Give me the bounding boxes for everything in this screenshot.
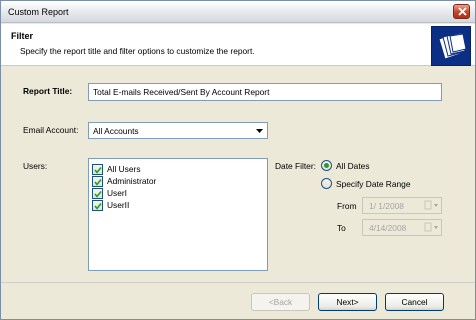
next-button[interactable]: Next> [318, 293, 377, 311]
folders-icon [431, 26, 471, 66]
all-dates-label[interactable]: All Dates [336, 161, 370, 171]
all-dates-radio[interactable] [321, 160, 332, 171]
chevron-down-icon[interactable] [253, 124, 266, 137]
checkbox[interactable] [92, 188, 103, 199]
checkmark-icon [94, 167, 102, 174]
page-title: Filter [11, 31, 34, 41]
date-filter-label: Date Filter: [275, 161, 316, 171]
custom-report-window: Custom Report Filter Specify the report … [0, 0, 476, 320]
form-area: Report Title: Total E-mails Received/Sen… [1, 67, 475, 283]
checkbox[interactable] [92, 200, 103, 211]
email-account-label: Email Account: [23, 125, 79, 135]
to-date-value: 4/14/2008 [369, 223, 407, 233]
list-item-label: Administrator [107, 176, 157, 186]
report-title-input[interactable]: Total E-mails Received/Sent By Account R… [88, 83, 442, 101]
email-account-value: All Accounts [93, 126, 139, 136]
list-item-label: All Users [107, 164, 141, 174]
email-account-select[interactable]: All Accounts [88, 122, 268, 139]
to-label: To [337, 223, 346, 233]
users-label: Users: [23, 161, 48, 171]
back-button[interactable]: <Back [251, 293, 310, 311]
checkmark-icon [94, 191, 102, 198]
list-item-label: UserI [107, 188, 128, 198]
checkmark-icon [94, 179, 102, 186]
from-label: From [337, 201, 357, 211]
checkbox[interactable] [92, 176, 103, 187]
close-button[interactable] [453, 4, 470, 19]
to-date-picker[interactable]: 4/14/2008 [362, 219, 442, 236]
checkmark-icon [94, 203, 102, 210]
close-icon [458, 7, 467, 16]
radio-selected-dot [324, 163, 329, 168]
specify-date-range-radio[interactable] [321, 178, 332, 189]
wizard-header: Filter Specify the report title and filt… [1, 24, 475, 66]
wizard-footer: <Back Next> Cancel [1, 282, 475, 319]
window-title: Custom Report [8, 7, 69, 17]
calendar-dropdown-icon[interactable] [424, 199, 440, 212]
page-subtitle: Specify the report title and filter opti… [20, 46, 255, 56]
checkbox[interactable] [92, 164, 103, 175]
title-bar[interactable]: Custom Report [1, 1, 475, 23]
report-title-label: Report Title: [23, 86, 73, 96]
list-item-label: UserII [107, 200, 130, 210]
cancel-button[interactable]: Cancel [385, 293, 444, 311]
users-list[interactable]: All Users Administrator UserI UserII [88, 158, 268, 271]
from-date-value: 1/ 1/2008 [369, 201, 404, 211]
specify-date-range-label[interactable]: Specify Date Range [336, 179, 411, 189]
calendar-dropdown-icon[interactable] [424, 221, 440, 234]
from-date-picker[interactable]: 1/ 1/2008 [362, 197, 442, 214]
